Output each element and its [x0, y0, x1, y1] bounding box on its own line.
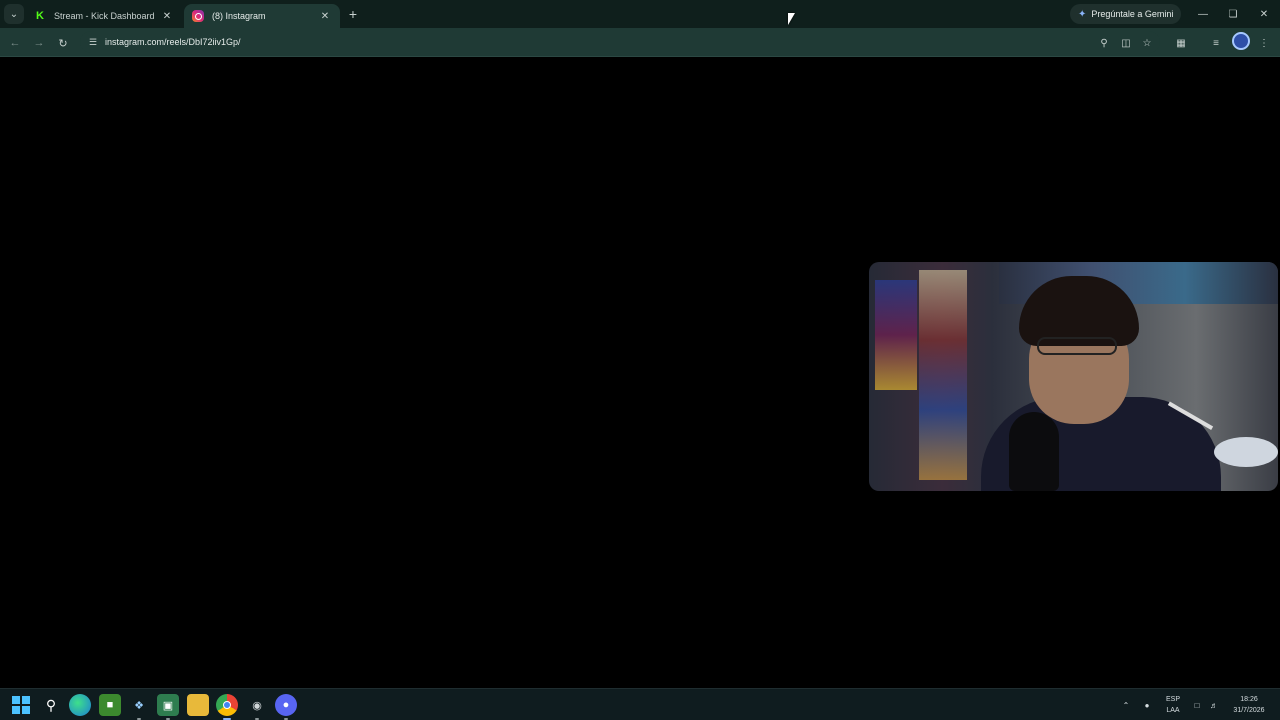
microphone-tray-button[interactable]: ●: [1139, 689, 1155, 720]
zoom-icon: ⚲: [1100, 37, 1108, 49]
forward-button[interactable]: →: [29, 33, 49, 53]
app-icon: ❖: [134, 699, 144, 712]
language-indicator[interactable]: ESP LAA: [1162, 694, 1184, 716]
profile-avatar[interactable]: [1232, 32, 1250, 50]
game-icon: ▣: [162, 699, 174, 712]
tab-instagram[interactable]: (8) Instagram ✕: [184, 4, 340, 28]
speaker-icon: ♬: [1210, 700, 1218, 710]
restore-button[interactable]: ❏: [1218, 4, 1248, 24]
search-icon: ⚲: [45, 696, 57, 713]
media-controls-button[interactable]: ≡: [1206, 33, 1226, 53]
microphone: [1009, 412, 1059, 491]
search-button[interactable]: ⚲: [40, 694, 62, 716]
network-tray-button[interactable]: □: [1189, 689, 1205, 720]
kick-icon: K: [36, 10, 44, 22]
tab-strip: ⌄ K Stream - Kick Dashboard ✕ (8) Instag…: [0, 0, 1280, 28]
reload-button[interactable]: ↻: [53, 33, 73, 53]
chevron-up-icon: ⌃: [1122, 700, 1130, 710]
webcam-overlay: [869, 262, 1278, 491]
more-vert-icon: ⋮: [1259, 37, 1269, 49]
discord-taskbar-button[interactable]: ●: [275, 694, 297, 720]
close-icon[interactable]: ✕: [160, 9, 174, 23]
language-layout: LAA: [1166, 707, 1180, 714]
app-taskbar-button[interactable]: ◉: [246, 694, 268, 720]
edge-taskbar-button[interactable]: [69, 694, 91, 716]
tab-kick-dashboard[interactable]: K Stream - Kick Dashboard ✕: [26, 4, 182, 28]
chevron-down-icon: ⌄: [9, 8, 19, 20]
discord-icon: ●: [282, 699, 290, 711]
start-button[interactable]: [10, 694, 32, 716]
windows-logo-icon: [12, 696, 30, 714]
ask-gemini-button[interactable]: ✦ Pregúntale a Gemini: [1070, 4, 1182, 24]
close-icon[interactable]: ✕: [318, 9, 332, 23]
close-window-button[interactable]: ✕: [1249, 4, 1279, 24]
clock[interactable]: 18:26 31/7/2026: [1226, 694, 1272, 716]
app-taskbar-button[interactable]: ❖: [128, 694, 150, 720]
site-settings-icon[interactable]: ☰: [84, 33, 102, 51]
tab-title: Stream - Kick Dashboard: [54, 11, 155, 21]
file-explorer-taskbar-button[interactable]: [187, 694, 209, 716]
tab-search-button[interactable]: ⌄: [4, 4, 24, 24]
new-tab-button[interactable]: +: [344, 5, 362, 23]
language-code: ESP: [1165, 696, 1180, 703]
poster-image: [919, 270, 967, 480]
pillow: [1214, 437, 1278, 467]
gemini-label: Pregúntale a Gemini: [1091, 9, 1174, 19]
clock-time: 18:26: [1240, 696, 1258, 703]
app-icon: ◉: [252, 699, 262, 712]
star-icon: ☆: [1142, 37, 1152, 49]
tab-title: (8) Instagram: [212, 11, 266, 21]
minimize-button[interactable]: —: [1188, 4, 1218, 24]
bookmark-button[interactable]: ☆: [1137, 33, 1157, 53]
mouse-cursor-icon: [788, 13, 795, 25]
plus-icon: +: [348, 6, 358, 22]
glasses: [1037, 337, 1117, 355]
install-app-button[interactable]: ◫: [1116, 33, 1136, 53]
restore-icon: ❏: [1228, 8, 1238, 20]
extensions-button[interactable]: ▦: [1171, 33, 1191, 53]
screen: ⌄ K Stream - Kick Dashboard ✕ (8) Instag…: [0, 0, 1280, 720]
arrow-left-icon: ←: [9, 37, 21, 49]
close-icon: ✕: [1259, 8, 1269, 20]
chrome-icon: [223, 701, 231, 709]
address-bar[interactable]: ☰ instagram.com/reels/DbI72iiv1Gp/: [80, 31, 1160, 53]
install-icon: ◫: [1121, 37, 1131, 49]
taskbar: ⚲ ■ ❖ ▣ ◉ ● ⌃ ● ESP LAA □ ♬ 18:26 31/7/2…: [0, 688, 1280, 720]
url-text: instagram.com/reels/DbI72iiv1Gp/: [105, 37, 241, 47]
clock-date: 31/7/2026: [1233, 707, 1265, 714]
reload-icon: ↻: [58, 37, 68, 50]
instagram-icon: [192, 10, 204, 22]
gemini-sparkle-icon: ✦: [1078, 8, 1087, 20]
browser-toolbar: ← → ↻ ☰ instagram.com/reels/DbI72iiv1Gp/…: [0, 28, 1280, 57]
zoom-button[interactable]: ⚲: [1094, 33, 1114, 53]
minecraft-icon: ■: [106, 699, 114, 711]
minimize-icon: —: [1198, 8, 1208, 20]
puzzle-icon: ▦: [1176, 37, 1186, 49]
monitor-icon: □: [1194, 700, 1200, 710]
arrow-right-icon: →: [33, 37, 45, 49]
poster-image: [875, 280, 917, 390]
playlist-icon: ≡: [1213, 37, 1219, 49]
back-button[interactable]: ←: [5, 33, 25, 53]
show-hidden-icons-button[interactable]: ⌃: [1118, 689, 1134, 720]
app-taskbar-button[interactable]: ▣: [157, 694, 179, 720]
minecraft-taskbar-button[interactable]: ■: [99, 694, 121, 716]
chrome-taskbar-button[interactable]: [216, 694, 238, 720]
menu-button[interactable]: ⋮: [1254, 33, 1274, 53]
volume-tray-button[interactable]: ♬: [1206, 689, 1222, 720]
microphone-icon: ●: [1144, 700, 1150, 710]
